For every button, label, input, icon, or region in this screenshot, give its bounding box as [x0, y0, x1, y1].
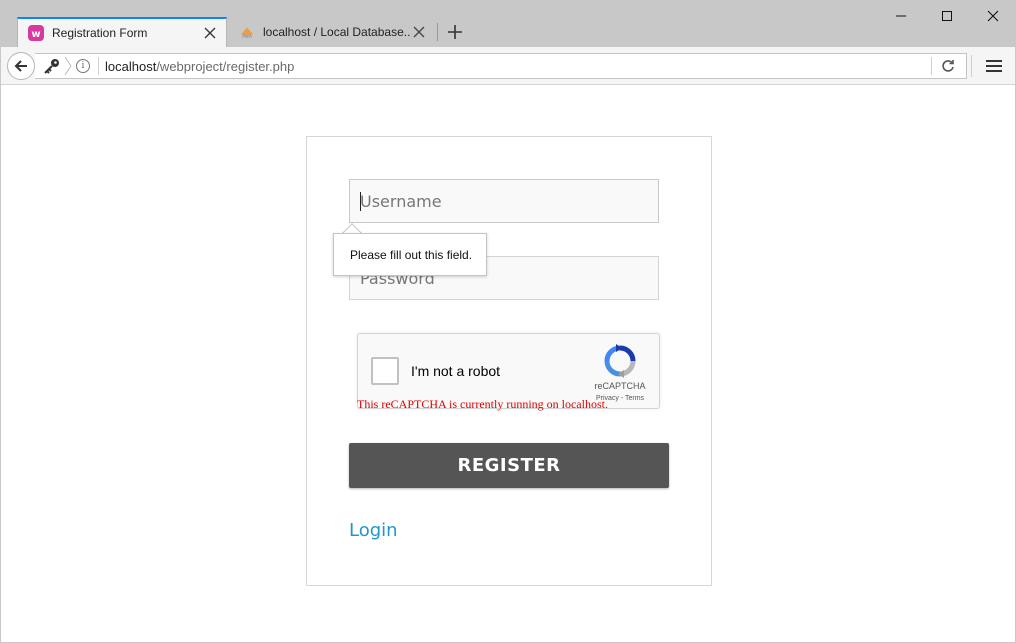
recaptcha-localhost-warning: This reCAPTCHA is currently running on l… — [357, 397, 608, 411]
back-button[interactable] — [7, 52, 35, 80]
url-text[interactable]: localhost/webproject/register.php — [105, 59, 931, 74]
back-arrow-icon — [14, 60, 27, 72]
maximize-button[interactable] — [933, 5, 961, 27]
close-icon — [987, 10, 999, 22]
url-divider — [931, 57, 932, 75]
new-tab-button[interactable] — [445, 22, 465, 42]
address-bar[interactable]: i localhost/webproject/register.php — [35, 53, 967, 79]
svg-text:w: w — [31, 29, 40, 40]
hamburger-line — [986, 65, 1002, 67]
chevron-right-icon — [64, 56, 72, 76]
recaptcha-checkbox[interactable] — [371, 357, 399, 385]
login-link[interactable]: Login — [349, 520, 398, 541]
wampserver-icon: w — [28, 25, 44, 41]
key-icon[interactable] — [41, 56, 63, 76]
hamburger-menu-button[interactable] — [981, 56, 1007, 76]
close-tab-icon[interactable] — [202, 25, 218, 41]
username-input[interactable] — [349, 179, 659, 223]
register-button[interactable]: REGISTER — [349, 443, 669, 488]
recaptcha-label: I'm not a robot — [411, 363, 501, 379]
reload-icon — [942, 60, 954, 72]
close-tab-icon[interactable] — [411, 24, 427, 40]
hamburger-line — [986, 60, 1002, 62]
maximize-icon — [942, 11, 952, 21]
url-host: localhost — [105, 58, 157, 74]
recaptcha-logo-icon — [604, 344, 636, 378]
close-window-button[interactable] — [979, 5, 1007, 27]
tab-separator — [437, 23, 438, 41]
tab-title: localhost / Local Database... — [263, 25, 411, 39]
browser-window: w Registration Form PMA localhost / Loca… — [0, 0, 1016, 643]
tab-phpmyadmin[interactable]: PMA localhost / Local Database... — [229, 17, 435, 47]
phpmyadmin-icon: PMA — [239, 24, 255, 40]
text-caret — [360, 192, 361, 211]
recaptcha-brand: reCAPTCHA — [594, 381, 646, 391]
minimize-button[interactable] — [887, 5, 915, 27]
plus-icon — [448, 25, 462, 39]
menu-separator — [971, 55, 972, 77]
tab-registration-form[interactable]: w Registration Form — [17, 17, 227, 47]
info-icon[interactable]: i — [76, 59, 90, 73]
reload-button[interactable] — [940, 58, 956, 74]
validation-tooltip: Please fill out this field. — [333, 233, 487, 276]
url-divider — [98, 57, 99, 75]
tab-strip: w Registration Form PMA localhost / Loca… — [1, 1, 1015, 47]
url-path: /webproject/register.php — [156, 58, 295, 74]
minimize-icon — [896, 15, 906, 17]
navigation-bar: i localhost/webproject/register.php — [1, 47, 1015, 85]
hamburger-line — [986, 70, 1002, 72]
svg-text:PMA: PMA — [242, 34, 252, 40]
tab-title: Registration Form — [52, 26, 148, 40]
